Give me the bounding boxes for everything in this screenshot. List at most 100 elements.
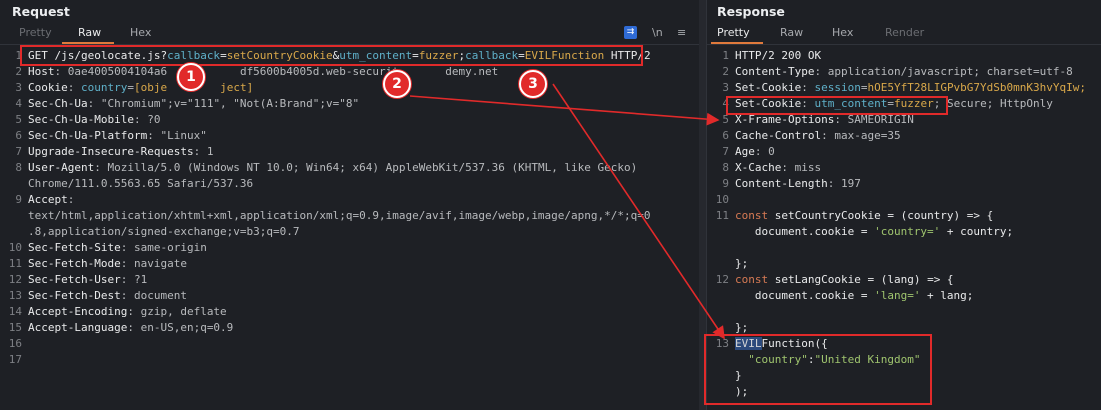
line-number: 1 [15, 49, 22, 62]
line-number: 4 [15, 97, 22, 110]
line-number: 9 [722, 177, 729, 190]
token: session [814, 81, 861, 94]
tab-render[interactable]: Render [885, 26, 924, 39]
token: : application/javascript; charset=utf-8 [814, 65, 1073, 78]
token: Host [28, 65, 55, 78]
token: setCountryCookie = (country) => { [768, 209, 994, 222]
line-text: Set-Cookie: session=hOE5YfT28LIGPvbG7YdS… [735, 80, 1086, 96]
line-number: 15 [8, 321, 22, 334]
evil-function-highlight-box [704, 334, 932, 405]
token: }; [735, 321, 749, 334]
token: : 0 [754, 145, 775, 158]
line-text: Accept: [28, 192, 74, 208]
line-text: Content-Type: application/javascript; ch… [735, 64, 1073, 80]
wrap-lines-icon[interactable]: ⇉ [624, 26, 637, 39]
code-line: Chrome/111.0.5563.65 Safari/537.36 [0, 176, 699, 192]
line-text: Age: 0 [735, 144, 775, 160]
line-number: 8 [722, 161, 729, 174]
token: Sec-Fetch-Site [28, 241, 121, 254]
line-number: 5 [15, 113, 22, 126]
request-title: Request [12, 4, 70, 19]
line-text: const setLangCookie = (lang) => { [735, 272, 954, 288]
line-number: 16 [8, 337, 22, 350]
token: : en-US,en;q=0.9 [127, 321, 234, 334]
line-text: Upgrade-Insecure-Requests: 1 [28, 144, 213, 160]
code-line: 3 Set-Cookie: session=hOE5YfT28LIGPvbG7Yd… [707, 80, 1101, 96]
token: Content-Length [735, 177, 828, 190]
token: Cache-Control [735, 129, 822, 142]
token: Accept-Language [28, 321, 128, 334]
token: [obje [133, 81, 168, 94]
token: Age [735, 145, 755, 158]
annotation-badge-1: 1 [177, 63, 205, 91]
code-line: 9 Content-Length: 197 [707, 176, 1101, 192]
code-line: 15 Accept-Language: en-US,en;q=0.9 [0, 320, 699, 336]
token: 'lang=' [874, 289, 921, 302]
token: HTTP/2 200 OK [735, 49, 822, 62]
line-text: document.cookie = 'lang=' + lang; [735, 288, 974, 304]
token: X-Cache [735, 161, 782, 174]
tab-raw[interactable]: Raw [780, 26, 803, 39]
line-number: 2 [722, 65, 729, 78]
token: : miss [781, 161, 822, 174]
token: text/html,application/xhtml+xml,applicat… [28, 209, 651, 222]
code-line: 13 Sec-Fetch-Dest: document [0, 288, 699, 304]
code-line: 8 X-Cache: miss [707, 160, 1101, 176]
line-number: 6 [722, 129, 729, 142]
token: Sec-Fetch-Dest [28, 289, 121, 302]
line-number: 11 [715, 209, 729, 222]
token: : 197 [827, 177, 861, 190]
token: : [801, 81, 815, 94]
line-text: Chrome/111.0.5563.65 Safari/537.36 [28, 176, 253, 192]
tab-hex[interactable]: Hex [130, 26, 151, 39]
code-line: 10 [707, 192, 1101, 208]
menu-icon[interactable]: ≡ [677, 26, 686, 39]
tab-pretty[interactable]: Pretty [19, 26, 52, 39]
tabs-divider [707, 44, 1101, 45]
token: Upgrade-Insecure-Requests [28, 145, 194, 158]
code-line: document.cookie = 'lang=' + lang; [707, 288, 1101, 304]
code-line: 7 Upgrade-Insecure-Requests: 1 [0, 144, 699, 160]
line-number: 7 [15, 145, 22, 158]
tab-hex[interactable]: Hex [832, 26, 853, 39]
token: : document [120, 289, 187, 302]
set-cookie-highlight-box [726, 96, 948, 115]
token: Sec-Fetch-Mode [28, 257, 121, 270]
line-number: 10 [715, 193, 729, 206]
token: : ?1 [120, 273, 148, 286]
line-number: 12 [8, 273, 22, 286]
token: Chrome/111.0.5563.65 Safari/537.36 [28, 177, 254, 190]
token: const [735, 273, 769, 286]
token: + lang; [920, 289, 974, 302]
token: : [67, 81, 81, 94]
line-text: Sec-Ch-Ua-Mobile: ?0 [28, 112, 160, 128]
token: : same-origin [120, 241, 207, 254]
token: : navigate [120, 257, 187, 270]
code-line: 12 Sec-Fetch-User: ?1 [0, 272, 699, 288]
tab-pretty[interactable]: Pretty [717, 26, 750, 39]
line-number: 11 [8, 257, 22, 270]
token: demy.net [398, 65, 499, 78]
token: Sec-Fetch-User [28, 273, 121, 286]
line-text: Accept-Encoding: gzip, deflate [28, 304, 227, 320]
token: + country; [940, 225, 1014, 238]
token: : Mozilla/5.0 (Windows NT 10.0; Win64; x… [94, 161, 638, 174]
line-text: Sec-Ch-Ua: "Chromium";v="111", "Not(A:Br… [28, 96, 359, 112]
token: : 1 [193, 145, 214, 158]
line-text: Sec-Fetch-Mode: navigate [28, 256, 187, 272]
code-line: 2 Host: 0ae4005004104a6 df5600b4005d.web-… [0, 64, 699, 80]
token: : 0ae4005004104a6 [54, 65, 168, 78]
newline-toggle-icon[interactable]: \n [652, 26, 663, 39]
token: Accept-Encoding [28, 305, 128, 318]
line-number: 10 [8, 241, 22, 254]
token: : gzip, deflate [127, 305, 227, 318]
line-text: Sec-Fetch-User: ?1 [28, 272, 147, 288]
line-text: X-Cache: miss [735, 160, 821, 176]
line-text: Sec-Fetch-Dest: document [28, 288, 187, 304]
tab-raw[interactable]: Raw [78, 26, 101, 39]
annotation-badge-3: 3 [519, 70, 547, 98]
code-line: 6 Cache-Control: max-age=35 [707, 128, 1101, 144]
line-number: 13 [8, 289, 22, 302]
line-text: Content-Length: 197 [735, 176, 861, 192]
line-number: 12 [715, 273, 729, 286]
